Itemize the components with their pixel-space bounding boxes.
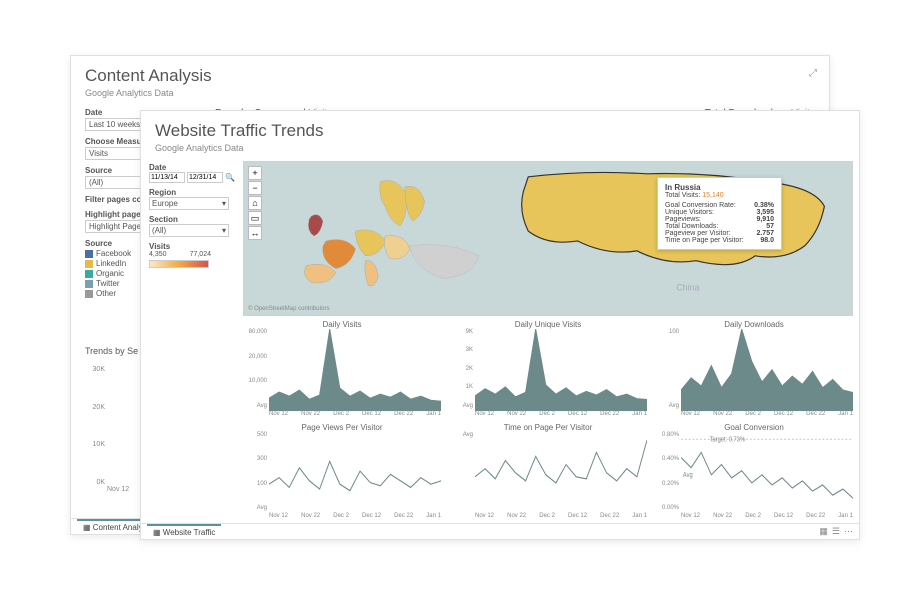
legend-swatch bbox=[85, 250, 93, 258]
zoom-in-button[interactable]: + bbox=[248, 166, 262, 180]
visits-label: Visits bbox=[149, 242, 231, 251]
x-axis: Nov 12Nov 22Dec 2Dec 12Dec 22Jan 1 bbox=[681, 513, 853, 523]
y-axis: Avg bbox=[449, 432, 475, 512]
date-from-input[interactable] bbox=[149, 172, 185, 183]
chevron-down-icon: ▾ bbox=[222, 199, 226, 208]
legend-label: LinkedIn bbox=[96, 259, 126, 268]
website-traffic-tab[interactable]: ▦ Website Traffic bbox=[147, 524, 221, 539]
front-subtitle: Google Analytics Data bbox=[155, 143, 845, 153]
zoom-out-button[interactable]: − bbox=[248, 181, 262, 195]
x-axis: Nov 12Nov 22Dec 2Dec 12Dec 22Jan 1 bbox=[475, 513, 647, 523]
date-label: Date bbox=[149, 163, 231, 172]
more-icon[interactable]: ⋯ bbox=[844, 526, 853, 537]
map-tooltip: In Russia Total Visits: 15,140 Goal Conv… bbox=[657, 177, 782, 250]
svg-text:China: China bbox=[676, 282, 699, 292]
section-label: Section bbox=[149, 215, 231, 224]
front-title: Website Traffic Trends bbox=[155, 121, 845, 141]
back-subtitle: Google Analytics Data bbox=[85, 88, 815, 98]
y-axis: 80,00020,00010,000Avg bbox=[243, 329, 269, 409]
chart-title: Daily Visits bbox=[243, 320, 441, 329]
search-icon[interactable]: 🔍 bbox=[225, 173, 235, 182]
x-axis: Nov 12Nov 22Dec 2Dec 12Dec 22Jan 1 bbox=[269, 411, 441, 421]
section-select[interactable]: (All)▾ bbox=[149, 224, 229, 237]
chart-goalconv: Goal Conversion 0.80%0.40%0.20%0.00% Tar… bbox=[655, 423, 853, 524]
legend-label: Twitter bbox=[96, 279, 120, 288]
website-traffic-panel: Website Traffic Trends Google Analytics … bbox=[140, 110, 860, 540]
chart-daily_downloads: Daily Downloads 100Avg Nov 12Nov 22Dec 2… bbox=[655, 320, 853, 421]
chart-daily_visits: Daily Visits 80,00020,00010,000Avg Nov 1… bbox=[243, 320, 441, 421]
visits-min: 4,350 bbox=[149, 251, 167, 258]
chart-timeonpage: Time on Page Per Visitor Avg Nov 12Nov 2… bbox=[449, 423, 647, 524]
y-axis: 500300100Avg bbox=[243, 432, 269, 512]
legend-label: Facebook bbox=[96, 249, 131, 258]
legend-swatch bbox=[85, 260, 93, 268]
legend-label: Other bbox=[96, 289, 116, 298]
chart-pageviews: Page Views Per Visitor 500300100Avg Nov … bbox=[243, 423, 441, 524]
svg-text:Avg: Avg bbox=[683, 471, 693, 479]
front-sidebar: Date 🔍 RegionEurope▾ Section(All)▾ Visit… bbox=[141, 157, 239, 523]
chart-title: Daily Unique Visits bbox=[449, 320, 647, 329]
legend-swatch bbox=[85, 270, 93, 278]
region-label: Region bbox=[149, 188, 231, 197]
back-title: Content Analysis bbox=[85, 66, 815, 86]
svg-text:Target: 0.73%: Target: 0.73% bbox=[710, 435, 746, 443]
map[interactable]: China + − ⌂ ▭ ↔ In Russia Total Visits: … bbox=[243, 161, 853, 316]
view-grid-icon[interactable]: ▦ bbox=[819, 526, 828, 537]
x-axis: Nov 12Nov 22Dec 2Dec 12Dec 22Jan 1 bbox=[269, 513, 441, 523]
chart-title: Daily Downloads bbox=[655, 320, 853, 329]
chart-title: Goal Conversion bbox=[655, 423, 853, 432]
date-to-input[interactable] bbox=[187, 172, 223, 183]
y-axis: 9K3K2K1KAvg bbox=[449, 329, 475, 409]
chart-title: Page Views Per Visitor bbox=[243, 423, 441, 432]
popout-icon[interactable]: ⤢ bbox=[809, 68, 817, 79]
zoom-home-button[interactable]: ⌂ bbox=[248, 196, 262, 210]
zoom-select-button[interactable]: ▭ bbox=[248, 211, 262, 225]
legend-swatch bbox=[85, 290, 93, 298]
x-axis: Nov 12Nov 22Dec 2Dec 12Dec 22Jan 1 bbox=[475, 411, 647, 421]
map-attribution: © OpenStreetMap contributors bbox=[248, 306, 329, 312]
visits-gradient-legend bbox=[149, 260, 209, 268]
trends-label: Trends by Se bbox=[85, 346, 138, 356]
y-axis: 100Avg bbox=[655, 329, 681, 409]
view-list-icon[interactable]: ☰ bbox=[832, 526, 840, 537]
legend-label: Organic bbox=[96, 269, 124, 278]
chevron-down-icon: ▾ bbox=[222, 226, 226, 235]
visits-max: 77,024 bbox=[190, 251, 211, 258]
chart-daily_unique: Daily Unique Visits 9K3K2K1KAvg Nov 12No… bbox=[449, 320, 647, 421]
x-axis: Nov 12Nov 22Dec 2Dec 12Dec 22Jan 1 bbox=[681, 411, 853, 421]
legend-swatch bbox=[85, 280, 93, 288]
y-axis: 0.80%0.40%0.20%0.00% bbox=[655, 432, 681, 512]
zoom-pan-button[interactable]: ↔ bbox=[248, 226, 262, 240]
chart-title: Time on Page Per Visitor bbox=[449, 423, 647, 432]
region-select[interactable]: Europe▾ bbox=[149, 197, 229, 210]
